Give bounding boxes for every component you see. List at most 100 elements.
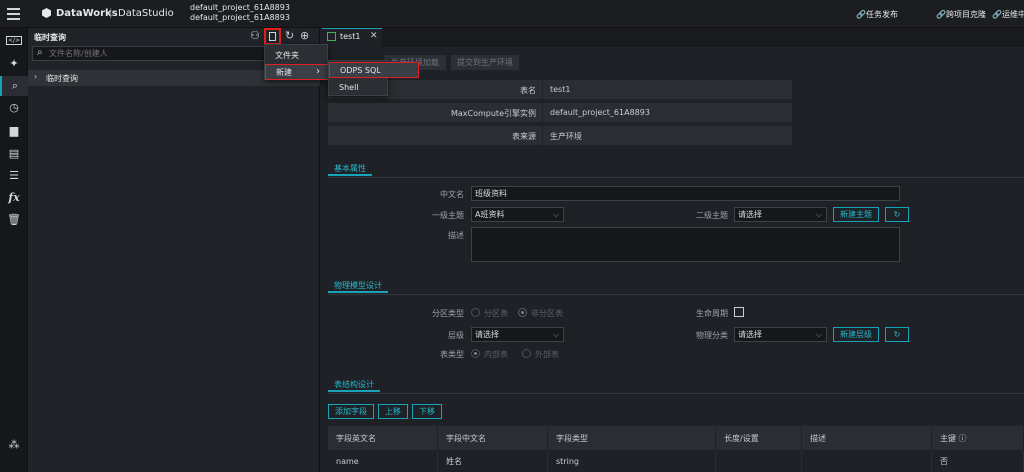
cn-name-label: 中文名 bbox=[440, 190, 464, 199]
editor-tabbar bbox=[322, 28, 1024, 46]
project-name-line1[interactable]: default_project_61A8893 bbox=[190, 3, 290, 12]
graph-icon[interactable]: ⁂ bbox=[0, 434, 28, 454]
table-cell[interactable]: string bbox=[548, 450, 716, 472]
operations-link[interactable]: 🔗运维中 bbox=[992, 9, 1024, 20]
internal-table-radio[interactable] bbox=[471, 349, 480, 358]
internal-table-option-label: 内部表 bbox=[484, 350, 508, 359]
menu-item-new[interactable]: 新建 › bbox=[265, 64, 335, 80]
info-value: default_project_61A8893 bbox=[550, 108, 650, 117]
column-header: 字段中文名 bbox=[438, 426, 548, 450]
chevron-down-icon: ⌵ bbox=[815, 210, 822, 219]
non-partition-option-label: 非分区表 bbox=[531, 309, 563, 318]
column-header: 主键 ⓘ bbox=[932, 426, 1024, 450]
section-structure: 表结构设计 bbox=[328, 378, 380, 392]
list-icon[interactable]: ☰ bbox=[0, 165, 28, 185]
info-value: test1 bbox=[550, 85, 571, 94]
logo-icon bbox=[42, 8, 51, 18]
table-icon[interactable]: ▤ bbox=[0, 143, 28, 163]
cross-project-clone-label: 跨项目克隆 bbox=[945, 10, 986, 19]
refresh-icon: ↻ bbox=[893, 210, 901, 219]
table-cell[interactable] bbox=[802, 450, 932, 472]
tab-test1[interactable]: test1 ✕ bbox=[322, 28, 382, 46]
section-divider bbox=[328, 393, 1024, 394]
close-icon[interactable]: ✕ bbox=[370, 31, 378, 41]
new-theme-button[interactable]: 新建主题 bbox=[833, 207, 879, 222]
refresh-icon[interactable]: ↻ bbox=[285, 29, 294, 42]
clock-icon[interactable]: ◷ bbox=[0, 97, 28, 117]
layer-label: 层级 bbox=[448, 331, 464, 340]
table-icon bbox=[327, 32, 336, 41]
table-cell[interactable]: 姓名 bbox=[438, 450, 548, 472]
app-name: DataStudio bbox=[118, 8, 174, 19]
user-filter-icon[interactable]: ⚇ bbox=[250, 29, 260, 42]
toolbox-icon[interactable]: ▆ bbox=[0, 120, 28, 140]
partition-radio[interactable] bbox=[471, 308, 480, 317]
description-label: 描述 bbox=[448, 231, 464, 240]
lifecycle-checkbox[interactable] bbox=[734, 307, 744, 317]
level2-theme-select[interactable]: 请选择 ⌵ bbox=[734, 207, 827, 222]
trash-icon[interactable]: 🗑 bbox=[0, 209, 28, 229]
section-divider bbox=[328, 177, 1024, 178]
level1-theme-value: A班资料 bbox=[475, 210, 505, 219]
locate-icon[interactable]: ⊕ bbox=[300, 29, 309, 42]
function-icon[interactable]: fx bbox=[0, 187, 28, 207]
tab-label: test1 bbox=[340, 32, 361, 41]
chevron-right-icon: › bbox=[316, 66, 320, 77]
info-divider bbox=[542, 126, 543, 146]
query-panel: 临时查询 ⚇ ↻ ⊕ ⌕ › 临时查询 bbox=[28, 28, 320, 472]
info-divider bbox=[542, 80, 543, 100]
refresh-icon: ↻ bbox=[893, 330, 901, 339]
column-header: 字段类型 bbox=[548, 426, 716, 450]
section-physical: 物理模型设计 bbox=[328, 279, 388, 293]
lifecycle-label: 生命周期 bbox=[696, 309, 728, 318]
search-icon: ⌕ bbox=[37, 47, 43, 58]
layer-select[interactable]: 请选择 ⌵ bbox=[471, 327, 564, 342]
link-icon: 🔗 bbox=[992, 10, 1002, 19]
refresh-layer-button[interactable]: ↻ bbox=[885, 327, 909, 342]
refresh-theme-button[interactable]: ↻ bbox=[885, 207, 909, 222]
partition-type-label: 分区类型 bbox=[432, 309, 464, 318]
table-cell[interactable] bbox=[716, 450, 802, 472]
chevron-down-icon: ⌵ bbox=[552, 330, 559, 339]
search-icon[interactable]: ⌕ bbox=[0, 76, 28, 96]
column-header: 长度/设置 bbox=[716, 426, 802, 450]
new-label: 新建 bbox=[276, 67, 292, 77]
physical-category-label: 物理分类 bbox=[696, 331, 728, 340]
puzzle-icon[interactable]: ✦ bbox=[0, 53, 28, 73]
level1-theme-select[interactable]: A班资料 ⌵ bbox=[471, 207, 564, 222]
project-name-line2[interactable]: default_project_61A8893 bbox=[190, 13, 290, 22]
menu-item-odps-sql[interactable]: ODPS SQL bbox=[329, 62, 419, 78]
non-partition-radio[interactable] bbox=[518, 308, 527, 317]
submit-to-prod-button[interactable]: 提交到生产环境 bbox=[451, 55, 519, 70]
menu-item-folder[interactable]: 文件夹 bbox=[265, 47, 327, 63]
left-nav-rail: </> ✦ ⌕ ◷ ▆ ▤ ☰ fx 🗑 ⁂ bbox=[0, 28, 28, 472]
description-textarea[interactable] bbox=[471, 227, 900, 262]
info-value: 生产环境 bbox=[550, 132, 582, 141]
chevron-right-icon: › bbox=[34, 72, 38, 81]
external-table-radio[interactable] bbox=[522, 349, 531, 358]
new-file-icon[interactable] bbox=[264, 28, 281, 45]
link-icon: 🔗 bbox=[856, 10, 866, 19]
physical-category-select[interactable]: 请选择 ⌵ bbox=[734, 327, 827, 342]
table-cell[interactable]: 否 bbox=[932, 450, 1024, 472]
info-row-table-name: 表名 test1 bbox=[328, 80, 792, 100]
new-layer-button[interactable]: 新建层级 bbox=[833, 327, 879, 342]
table-type-label: 表类型 bbox=[440, 350, 464, 359]
cross-project-clone-link[interactable]: 🔗跨项目克隆 bbox=[936, 9, 986, 20]
hamburger-menu-icon[interactable] bbox=[7, 7, 20, 20]
code-icon[interactable]: </> bbox=[0, 30, 28, 50]
new-submenu: ODPS SQL Shell bbox=[328, 60, 419, 96]
table-cell[interactable]: name bbox=[328, 450, 438, 472]
info-row-source: 表来源 生产环境 bbox=[328, 126, 792, 146]
move-up-button[interactable]: 上移 bbox=[378, 404, 408, 419]
info-divider bbox=[542, 103, 543, 123]
cn-name-input[interactable]: 班级资料 bbox=[471, 186, 900, 201]
publish-task-link[interactable]: 🔗任务发布 bbox=[856, 9, 898, 20]
move-down-button[interactable]: 下移 bbox=[412, 404, 442, 419]
level2-theme-label: 二级主题 bbox=[696, 211, 728, 220]
title-separator: | bbox=[109, 8, 113, 19]
add-field-button[interactable]: 添加字段 bbox=[328, 404, 374, 419]
fields-table: 字段英文名 字段中文名 字段类型 长度/设置 描述 主键 ⓘ name 姓名 s… bbox=[328, 426, 1024, 472]
menu-item-shell[interactable]: Shell bbox=[329, 79, 387, 95]
column-header: 字段英文名 bbox=[328, 426, 438, 450]
